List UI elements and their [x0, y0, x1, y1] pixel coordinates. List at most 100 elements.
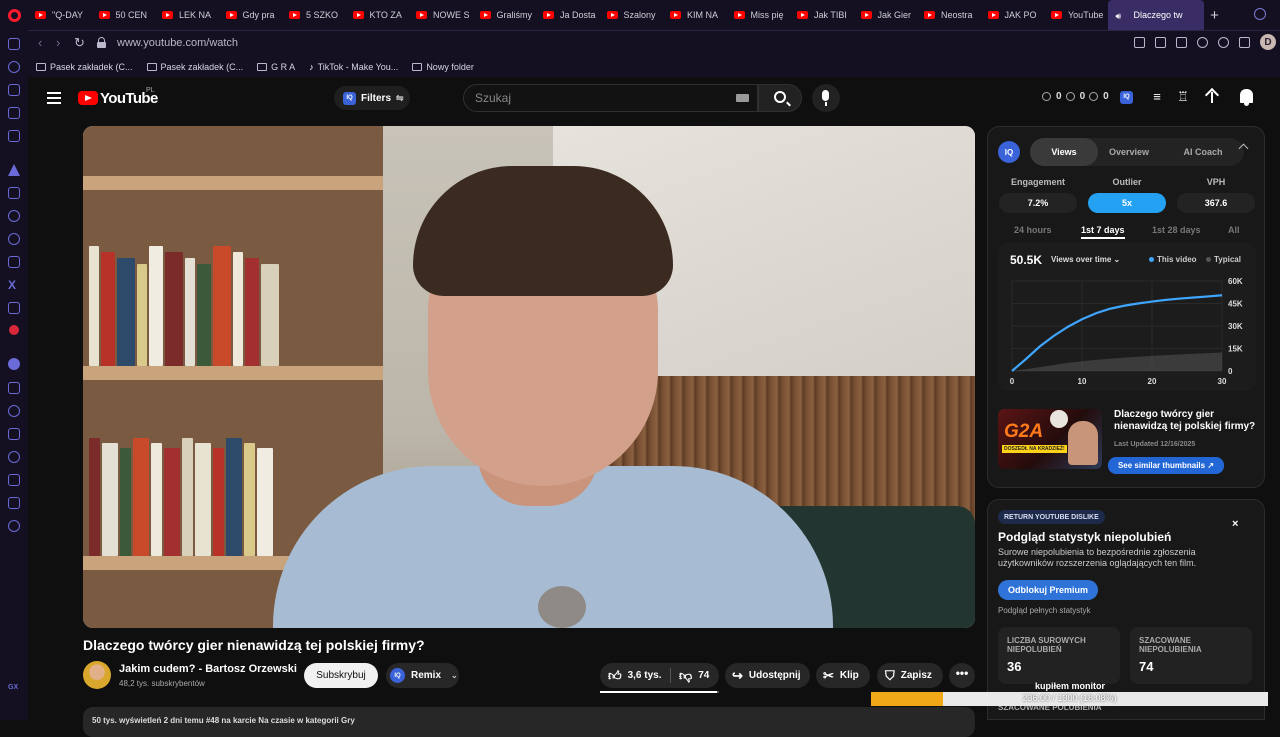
sidebar-aria-icon[interactable]	[8, 61, 20, 73]
trophy-icon[interactable]: ♖	[1176, 90, 1190, 104]
browser-tab[interactable]: Neostra	[917, 0, 981, 30]
clip-button[interactable]: ✂ Klip	[816, 663, 870, 688]
search-button[interactable]	[758, 84, 802, 112]
sidebar-settings-icon[interactable]	[8, 520, 20, 532]
browser-tab[interactable]: 50 CEN	[92, 0, 156, 30]
profile-avatar[interactable]: D	[1260, 34, 1276, 50]
browser-tab[interactable]: KTO ZA	[346, 0, 410, 30]
reload-icon[interactable]: ↻	[74, 35, 85, 51]
dislike-button[interactable]: 👎︎ 74	[679, 663, 709, 688]
browser-tab[interactable]: KIM NA	[663, 0, 727, 30]
tab-ai-coach[interactable]: AI Coach	[1162, 138, 1244, 166]
iq-toolbar-icon[interactable]: IQ	[1120, 90, 1133, 104]
keyboard-icon[interactable]	[736, 94, 749, 102]
browser-tab[interactable]: Jak TIBI	[790, 0, 854, 30]
hamburger-menu-icon[interactable]	[47, 92, 61, 104]
sidebar-downloads-icon[interactable]	[8, 474, 20, 486]
browser-tab-active[interactable]: 🔊︎ Dlaczego tw	[1107, 0, 1204, 30]
extensions-icon[interactable]	[1239, 36, 1250, 48]
video-player[interactable]	[83, 126, 975, 628]
sidebar-extensions-icon[interactable]	[8, 497, 20, 509]
vpn-shield-icon[interactable]	[1176, 36, 1187, 48]
more-actions-button[interactable]: •••	[949, 663, 975, 688]
metric-value[interactable]: 367.6	[1177, 193, 1255, 213]
tab-search-icon[interactable]	[1254, 8, 1266, 20]
snapshot-icon[interactable]	[1155, 36, 1166, 48]
channel-name[interactable]: Jakim cudem? - Bartosz Orzewski	[119, 663, 297, 675]
opera-logo-icon[interactable]	[0, 0, 28, 30]
sidebar-home-icon[interactable]	[8, 38, 20, 50]
sidebar-x-icon[interactable]: X	[8, 279, 20, 291]
browser-tab[interactable]: YouTube	[1044, 0, 1108, 30]
tab-views[interactable]: Views	[1030, 138, 1098, 166]
search-input[interactable]: Szukaj	[463, 84, 758, 112]
browser-tab[interactable]: Graliśmy	[473, 0, 537, 30]
pin-icon[interactable]	[1134, 36, 1145, 48]
range-option[interactable]: 1st 7 days	[1081, 225, 1125, 239]
bookmark-item[interactable]: ♪ TikTok - Make You...	[309, 62, 398, 72]
range-option[interactable]: All	[1228, 225, 1240, 235]
sidebar-heart-icon[interactable]	[8, 405, 20, 417]
sidebar-player-icon[interactable]	[8, 382, 20, 394]
subscribe-button[interactable]: Subskrybuj	[304, 663, 378, 688]
sidebar-messenger-icon[interactable]	[8, 210, 20, 222]
sidebar-aria-triangle-icon[interactable]	[8, 164, 20, 176]
iq-header-stats[interactable]: 0 0 0	[1042, 91, 1109, 102]
similar-thumbnails-button[interactable]: See similar thumbnails ↗	[1108, 457, 1224, 474]
channel-avatar[interactable]	[83, 661, 111, 689]
address-bar[interactable]: www.youtube.com/watch	[117, 37, 238, 49]
lock-icon[interactable]	[97, 37, 106, 48]
browser-tab[interactable]: LEK NA	[155, 0, 219, 30]
sidebar-spotify-icon[interactable]	[8, 358, 20, 370]
sidebar-youtube-music-icon[interactable]	[9, 325, 19, 335]
video-thumbnail[interactable]: G2A DOSZEDŁ NA KRADZIEŻ!	[998, 409, 1102, 469]
sidebar-mail-icon[interactable]	[8, 130, 20, 142]
sidebar-news-icon[interactable]	[8, 107, 20, 119]
close-icon[interactable]: ×	[1232, 518, 1238, 530]
browser-tab[interactable]: Gdy pra	[219, 0, 283, 30]
heart-icon[interactable]	[1218, 36, 1229, 48]
sidebar-wallet-icon[interactable]	[8, 428, 20, 440]
range-option[interactable]: 24 hours	[1014, 225, 1052, 235]
browser-tab[interactable]: NOWE S	[409, 0, 473, 30]
filters-button[interactable]: IQ Filters ⇋	[334, 86, 410, 110]
full-stats-link[interactable]: Podgląd pełnych statystyk	[998, 606, 1091, 615]
bookmark-item[interactable]: G R A	[257, 62, 295, 72]
sidebar-twitch-icon[interactable]	[8, 187, 20, 199]
sidebar-instagram-icon[interactable]	[8, 256, 20, 268]
tab-overview[interactable]: Overview	[1096, 138, 1162, 166]
metric-value[interactable]: 5x	[1088, 193, 1166, 213]
sidebar-telegram-icon[interactable]	[8, 233, 20, 245]
sidebar-bag-icon[interactable]	[8, 84, 20, 96]
remix-button[interactable]: IQ Remix ⌄	[386, 663, 459, 688]
browser-tab[interactable]: "Q-DAY	[28, 0, 92, 30]
back-icon[interactable]: ‹	[38, 35, 42, 50]
views-dropdown[interactable]: Views over time ⌄	[1051, 255, 1120, 264]
browser-tab[interactable]: Miss pię	[727, 0, 791, 30]
notifications-bell-icon[interactable]	[1240, 89, 1253, 106]
bookmark-item[interactable]: Nowy folder	[412, 62, 474, 72]
youtube-logo-icon[interactable]	[78, 91, 98, 105]
like-button[interactable]: 👍︎ 3,6 tys.	[608, 663, 662, 688]
browser-tab[interactable]: Ja Dosta	[536, 0, 600, 30]
share-button[interactable]: ↪ Udostępnij	[725, 663, 810, 688]
upload-icon[interactable]	[1205, 89, 1219, 105]
forward-icon[interactable]: ›	[56, 35, 60, 50]
range-option[interactable]: 1st 28 days	[1152, 225, 1201, 235]
unlock-premium-button[interactable]: Odblokuj Premium	[998, 580, 1098, 600]
send-icon[interactable]	[1197, 36, 1208, 48]
bookmark-item[interactable]: Pasek zakładek (C...	[36, 62, 133, 72]
sidebar-history-icon[interactable]	[8, 451, 20, 463]
save-button[interactable]: ⛉ Zapisz	[877, 663, 943, 688]
browser-tab[interactable]: 5 SZKO	[282, 0, 346, 30]
browser-tab[interactable]: Jak Gier	[854, 0, 918, 30]
sidebar-discord-icon[interactable]	[8, 302, 20, 314]
browser-tab[interactable]: JAK PO	[981, 0, 1045, 30]
browser-tab[interactable]: Szalony	[600, 0, 664, 30]
description-box[interactable]: 50 tys. wyświetleń 2 dni temu #48 na kar…	[83, 707, 975, 737]
bookmark-item[interactable]: Pasek zakładek (C...	[146, 62, 243, 72]
list-icon[interactable]: ≡	[1150, 90, 1164, 104]
sidebar-gx-label[interactable]: GX	[8, 684, 18, 691]
voice-search-button[interactable]	[812, 84, 840, 112]
new-tab-button[interactable]: +	[1204, 7, 1226, 24]
